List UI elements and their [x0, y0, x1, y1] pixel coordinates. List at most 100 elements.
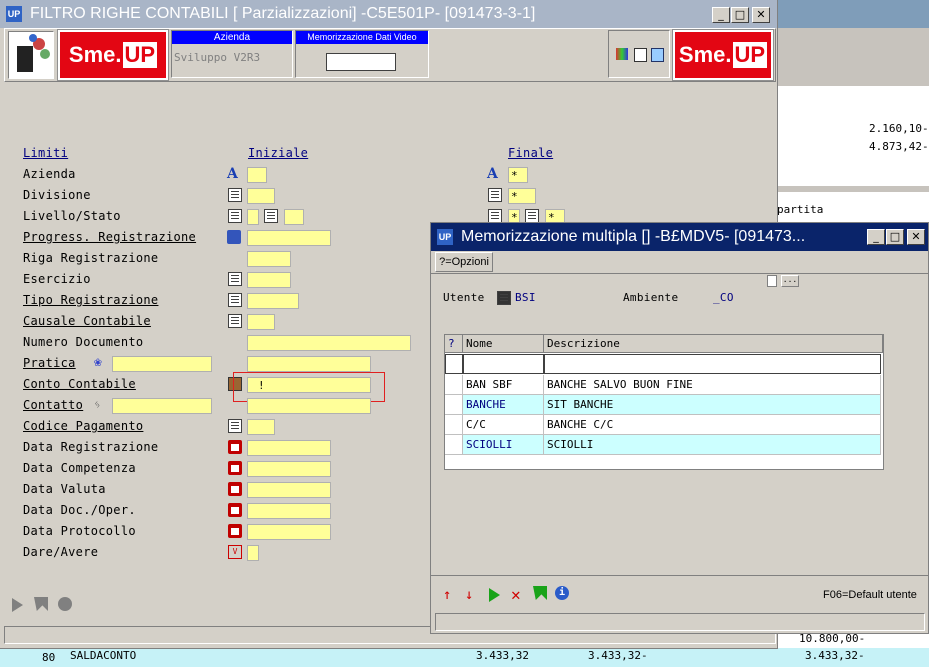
label-conto-contabile[interactable]: Conto Contabile: [23, 377, 136, 391]
user-icon[interactable]: [497, 291, 511, 305]
calendar-icon[interactable]: [228, 482, 242, 496]
esercizio-start-input[interactable]: [247, 272, 291, 288]
label-progress-registrazione[interactable]: Progress. Registrazione: [23, 230, 196, 244]
grid-select-header[interactable]: ?: [445, 335, 463, 353]
filter-descrizione-input[interactable]: [544, 354, 881, 374]
arrow-up-icon[interactable]: ↑: [443, 587, 451, 603]
robot-icon[interactable]: [8, 31, 54, 79]
row-select[interactable]: [445, 375, 463, 395]
help-icon[interactable]: [58, 597, 72, 611]
arrow-down-icon[interactable]: ↓: [465, 587, 473, 603]
document-icon[interactable]: [634, 48, 647, 62]
palette-icon[interactable]: [616, 48, 628, 60]
grid-header-nome[interactable]: Nome: [463, 335, 544, 353]
options-button[interactable]: ?=Opzioni: [435, 252, 493, 272]
small-field[interactable]: [767, 275, 777, 287]
info-icon[interactable]: i: [555, 586, 569, 600]
label-tipo-registrazione[interactable]: Tipo Registrazione: [23, 293, 158, 307]
row-select[interactable]: [445, 415, 463, 435]
dialog-titlebar[interactable]: UP Memorizzazione multipla [] -B£MDV5- […: [431, 223, 928, 251]
cell-nome[interactable]: C/C: [463, 415, 544, 435]
row-value: 3.433,32-: [588, 649, 648, 662]
codice-pagamento-start-input[interactable]: [247, 419, 275, 435]
calendar-icon[interactable]: [228, 524, 242, 538]
label-pratica[interactable]: Pratica: [23, 356, 76, 370]
contatto-start-input[interactable]: [247, 398, 371, 414]
pratica-start-input[interactable]: [247, 356, 371, 372]
cell-descrizione[interactable]: BANCHE C/C: [544, 415, 881, 435]
data-doc-oper-start-input[interactable]: [247, 503, 331, 519]
forward-icon[interactable]: [533, 586, 547, 600]
data-protocollo-start-input[interactable]: [247, 524, 331, 540]
people-icon[interactable]: ᛃ: [94, 398, 108, 412]
cell-nome[interactable]: BAN SBF: [463, 375, 544, 395]
cell-descrizione[interactable]: SCIOLLI: [544, 435, 881, 455]
minimize-button[interactable]: _: [867, 229, 885, 245]
stato-start-input[interactable]: [284, 209, 304, 225]
filter-nome-input[interactable]: [463, 354, 544, 374]
data-valuta-start-input[interactable]: [247, 482, 331, 498]
memorizzazione-input[interactable]: [326, 53, 396, 71]
calendar-icon[interactable]: [228, 503, 242, 517]
tipo-registrazione-start-input[interactable]: [247, 293, 299, 309]
maximize-button[interactable]: □: [886, 229, 904, 245]
table-row[interactable]: C/C BANCHE C/C: [445, 415, 881, 435]
list-icon[interactable]: [228, 188, 242, 202]
row-select[interactable]: [445, 395, 463, 415]
keyboard-icon[interactable]: [227, 230, 241, 244]
label-contatto[interactable]: Contatto: [23, 398, 83, 412]
azienda-end-input[interactable]: *: [508, 167, 528, 183]
grid-header-descrizione[interactable]: Descrizione: [544, 335, 883, 353]
calendar-icon[interactable]: [228, 440, 242, 454]
list-icon[interactable]: [228, 209, 242, 223]
table-row[interactable]: BAN SBF BANCHE SALVO BUON FINE: [445, 375, 881, 395]
cell-descrizione[interactable]: SIT BANCHE: [544, 395, 881, 415]
confirm-play-icon[interactable]: [489, 588, 500, 602]
list-icon[interactable]: [228, 272, 242, 286]
table-row[interactable]: SCIOLLI SCIOLLI: [445, 435, 881, 455]
cell-descrizione[interactable]: BANCHE SALVO BUON FINE: [544, 375, 881, 395]
delete-icon[interactable]: ✕: [511, 585, 521, 604]
calendar-icon[interactable]: [228, 461, 242, 475]
divisione-start-input[interactable]: [247, 188, 275, 204]
list-icon[interactable]: [488, 188, 502, 202]
label-codice-pagamento[interactable]: Codice Pagamento: [23, 419, 143, 433]
list-icon[interactable]: [264, 209, 278, 223]
data-registrazione-start-input[interactable]: [247, 440, 331, 456]
row-select[interactable]: [445, 435, 463, 455]
cell-nome[interactable]: BANCHE: [463, 395, 544, 415]
paw-icon[interactable]: ❀: [94, 356, 108, 370]
list-icon[interactable]: [228, 419, 242, 433]
font-a-icon[interactable]: A: [227, 167, 241, 181]
progress-registrazione-start-input[interactable]: [247, 230, 331, 246]
riga-registrazione-start-input[interactable]: [247, 251, 291, 267]
ellipsis-button[interactable]: ...: [781, 275, 799, 287]
debit-credit-icon[interactable]: V: [228, 545, 242, 559]
data-competenza-start-input[interactable]: [247, 461, 331, 477]
numero-documento-start-input[interactable]: [247, 335, 411, 351]
close-button[interactable]: ✕: [907, 229, 925, 245]
contatto-type-input[interactable]: [112, 398, 212, 414]
maximize-button[interactable]: □: [731, 7, 749, 23]
cell-nome[interactable]: SCIOLLI: [463, 435, 544, 455]
cube-icon[interactable]: [651, 48, 664, 62]
causale-contabile-start-input[interactable]: [247, 314, 275, 330]
divisione-end-input[interactable]: *: [508, 188, 536, 204]
forward-icon[interactable]: [34, 597, 48, 611]
livello-start-input[interactable]: [247, 209, 259, 225]
play-icon[interactable]: [12, 598, 23, 612]
dare-avere-input[interactable]: [247, 545, 259, 561]
list-icon[interactable]: [525, 209, 539, 223]
azienda-start-input[interactable]: [247, 167, 267, 183]
pratica-type-input[interactable]: [112, 356, 212, 372]
label-causale-contabile[interactable]: Causale Contabile: [23, 314, 151, 328]
minimize-button[interactable]: _: [712, 7, 730, 23]
main-titlebar[interactable]: UP FILTRO RIGHE CONTABILI [ Parzializzaz…: [0, 0, 777, 28]
filter-select[interactable]: [445, 354, 463, 374]
list-icon[interactable]: [228, 293, 242, 307]
table-row[interactable]: BANCHE SIT BANCHE: [445, 395, 881, 415]
list-icon[interactable]: [228, 314, 242, 328]
font-a-icon[interactable]: A: [487, 167, 501, 181]
list-icon[interactable]: [488, 209, 502, 223]
close-button[interactable]: ✕: [752, 7, 770, 23]
